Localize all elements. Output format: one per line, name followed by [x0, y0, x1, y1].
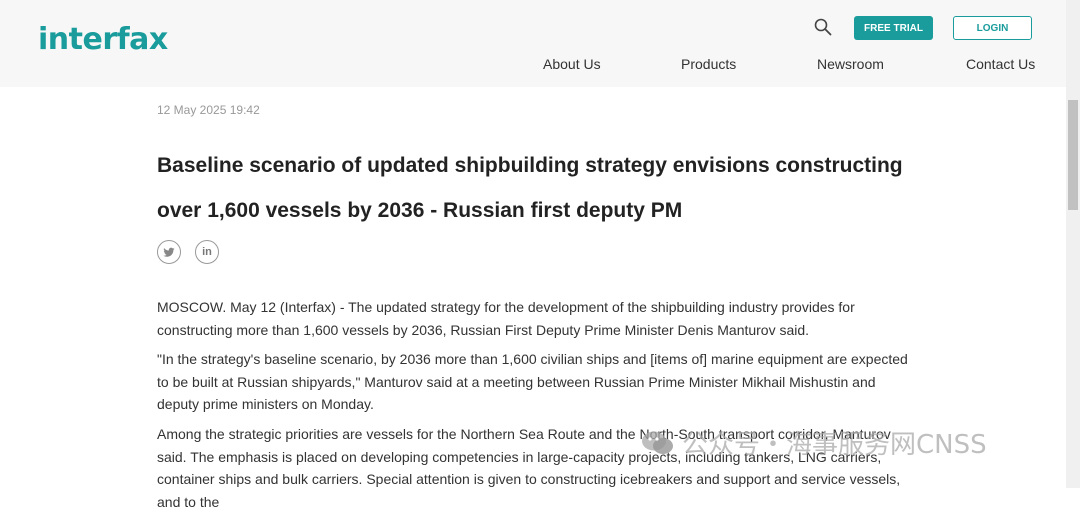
nav-newsroom[interactable]: Newsroom — [817, 56, 884, 72]
login-button[interactable]: LOGIN — [953, 16, 1032, 40]
article-paragraph: MOSCOW. May 12 (Interfax) - The updated … — [157, 299, 855, 338]
free-trial-button[interactable]: FREE TRIAL — [854, 16, 933, 40]
article-title: Baseline scenario of updated shipbuildin… — [157, 154, 903, 222]
search-icon[interactable] — [814, 18, 832, 36]
linkedin-share-button[interactable]: in — [195, 240, 219, 264]
article-paragraph: "In the strategy's baseline scenario, by… — [157, 351, 908, 412]
site-header: interfax FREE TRIAL LOGIN About Us Produ… — [0, 0, 1066, 87]
twitter-share-button[interactable] — [157, 240, 181, 264]
linkedin-icon: in — [202, 246, 212, 258]
twitter-icon — [163, 247, 175, 257]
nav-contact-us[interactable]: Contact Us — [966, 56, 1035, 72]
nav-about-us[interactable]: About Us — [543, 56, 601, 72]
scrollbar-track[interactable] — [1066, 0, 1080, 488]
scrollbar-thumb[interactable] — [1068, 100, 1078, 210]
watermark: 公众号・海事服务网CNSS — [640, 424, 987, 461]
article-date: 12 May 2025 19:42 — [157, 103, 260, 117]
nav-products[interactable]: Products — [681, 56, 736, 72]
watermark-text: 公众号・海事服务网CNSS — [682, 430, 987, 460]
wechat-icon — [642, 431, 673, 454]
interfax-logo[interactable]: interfax — [38, 22, 168, 57]
